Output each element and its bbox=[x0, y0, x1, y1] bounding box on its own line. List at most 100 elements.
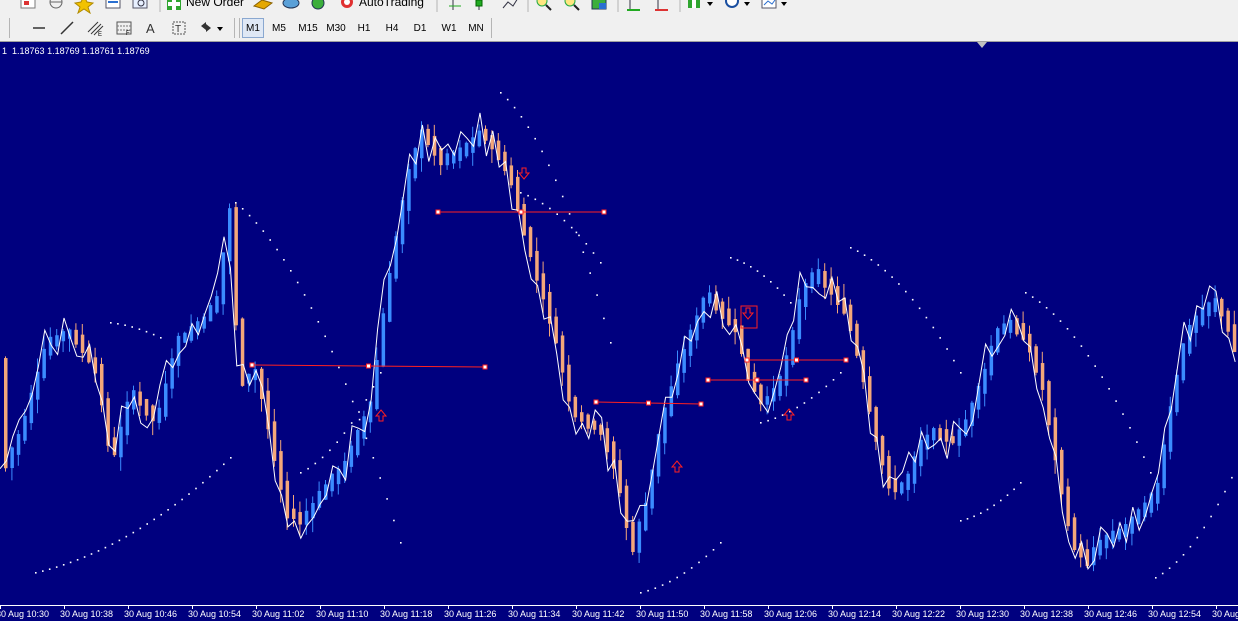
psar-dot bbox=[132, 531, 135, 534]
price-chart[interactable]: 1 1.18763 1.18769 1.18761 1.18769 bbox=[0, 42, 1238, 605]
candle-body bbox=[989, 345, 994, 376]
timeframe-d1[interactable]: D1 bbox=[408, 18, 432, 38]
candle-body bbox=[631, 521, 635, 552]
candlestick-chart-icon[interactable] bbox=[475, 0, 483, 10]
timeframe-h4[interactable]: H4 bbox=[380, 18, 404, 38]
templates-icon[interactable] bbox=[761, 0, 787, 9]
candle-body bbox=[221, 252, 226, 305]
candle-body bbox=[708, 292, 712, 304]
candle-body bbox=[285, 480, 290, 519]
channel-tool-icon[interactable]: E bbox=[85, 18, 105, 38]
candle-body bbox=[1104, 534, 1109, 549]
svg-text:F: F bbox=[126, 31, 130, 36]
market-watch-icon[interactable] bbox=[105, 0, 121, 9]
candle-body bbox=[727, 308, 731, 326]
new-order-plus-icon[interactable] bbox=[167, 0, 181, 10]
text-tool-icon[interactable]: A bbox=[143, 18, 159, 38]
timeframe-w1[interactable]: W1 bbox=[437, 18, 461, 38]
auto-scroll-icon[interactable] bbox=[655, 0, 668, 11]
candle-body bbox=[797, 299, 802, 340]
crosshair-icon[interactable] bbox=[49, 0, 63, 9]
candle-body bbox=[477, 130, 482, 147]
candle-body bbox=[1085, 549, 1090, 567]
tile-windows-icon[interactable] bbox=[591, 0, 607, 10]
psar-dot bbox=[269, 239, 271, 241]
profiles-icon[interactable] bbox=[20, 0, 36, 9]
psar-dot bbox=[230, 457, 232, 459]
psar-dot bbox=[276, 248, 278, 251]
timeframe-m5[interactable]: M5 bbox=[268, 18, 290, 38]
timeframe-h1[interactable]: H1 bbox=[352, 18, 376, 38]
level-handle bbox=[593, 399, 599, 405]
psar-dot bbox=[877, 264, 880, 266]
psar-dot bbox=[35, 572, 37, 574]
psar-dot bbox=[776, 287, 779, 289]
psar-dot bbox=[167, 509, 169, 511]
arrows-tool-icon[interactable] bbox=[198, 18, 226, 38]
candle-body bbox=[637, 521, 642, 553]
psar-dot bbox=[863, 254, 866, 256]
psar-dot bbox=[1161, 572, 1164, 575]
psar-dot bbox=[48, 568, 51, 570]
autotrading-label[interactable]: AutoTrading bbox=[359, 0, 424, 9]
zoom-out-icon[interactable] bbox=[564, 0, 580, 11]
level-handle bbox=[601, 209, 607, 215]
time-axis-label: 30 Aug 11:50 bbox=[636, 609, 689, 619]
timeframe-m30[interactable]: M30 bbox=[322, 18, 350, 38]
time-axis-label: 30 Aug 12:06 bbox=[764, 609, 818, 619]
fibonacci-tool-icon[interactable]: F bbox=[114, 18, 134, 38]
candle-body bbox=[1072, 517, 1077, 551]
text-label-tool-icon[interactable]: T bbox=[170, 18, 188, 38]
psar-dot bbox=[720, 542, 722, 544]
line-chart-icon[interactable] bbox=[502, 0, 518, 9]
chart-shift-icon[interactable] bbox=[627, 0, 640, 11]
candle-body bbox=[765, 396, 770, 405]
autotrading-icon[interactable] bbox=[341, 0, 353, 8]
candle-body bbox=[439, 148, 443, 166]
time-axis-label: 30 Aug 10:38 bbox=[60, 609, 114, 619]
signals-icon[interactable] bbox=[311, 0, 325, 10]
candle-body bbox=[1156, 482, 1160, 504]
zoom-window-icon[interactable] bbox=[132, 0, 148, 9]
psar-dot bbox=[209, 475, 211, 478]
psar-dot bbox=[850, 247, 852, 249]
gold-bars-icon[interactable] bbox=[252, 0, 274, 10]
candle-body bbox=[1098, 539, 1102, 556]
timeframe-m1[interactable]: M1 bbox=[242, 18, 264, 38]
candle-body bbox=[932, 428, 936, 441]
psar-dot bbox=[125, 535, 128, 538]
timeframe-mn[interactable]: MN bbox=[464, 18, 488, 38]
chat-bubbles-icon[interactable] bbox=[282, 0, 300, 9]
psar-dot bbox=[790, 302, 792, 304]
psar-dot bbox=[610, 342, 612, 344]
timeframe-m15[interactable]: M15 bbox=[294, 18, 322, 38]
psar-dot bbox=[939, 337, 941, 339]
psar-dot bbox=[825, 385, 828, 388]
chart-shift-marker-icon[interactable] bbox=[977, 42, 989, 50]
favorites-star-icon[interactable] bbox=[73, 0, 95, 14]
psar-dot bbox=[743, 262, 745, 264]
psar-dot bbox=[1122, 413, 1124, 415]
psar-dot bbox=[321, 456, 324, 459]
candle-body bbox=[957, 429, 962, 446]
bar-chart-icon[interactable] bbox=[449, 0, 461, 10]
candle-body bbox=[292, 508, 296, 519]
indicators-add-icon[interactable] bbox=[688, 0, 713, 8]
candle-body bbox=[573, 396, 578, 418]
vertical-line-tool-icon[interactable] bbox=[30, 18, 48, 38]
candle-body bbox=[1143, 502, 1147, 518]
psar-dot bbox=[400, 542, 402, 544]
psar-dot bbox=[296, 281, 299, 284]
candle-body bbox=[509, 165, 514, 186]
psar-dot bbox=[568, 213, 571, 215]
new-order-label[interactable]: New Order bbox=[186, 0, 244, 9]
trendline-tool-icon[interactable] bbox=[58, 18, 76, 38]
psar-dot bbox=[104, 546, 107, 549]
psar-dot bbox=[153, 518, 155, 521]
periods-clock-icon[interactable] bbox=[725, 0, 750, 8]
candle-body bbox=[119, 426, 123, 458]
candle-body bbox=[778, 375, 782, 397]
psar-dot bbox=[117, 323, 119, 325]
chart-canvas[interactable] bbox=[0, 42, 1238, 605]
zoom-in-icon[interactable] bbox=[536, 0, 552, 11]
